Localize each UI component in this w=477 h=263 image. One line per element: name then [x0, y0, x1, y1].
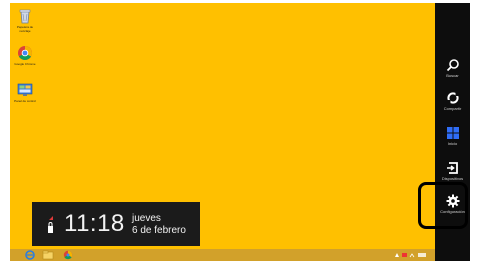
clock-date-block: jueves 6 de febrero — [132, 213, 186, 237]
system-tray-icons[interactable] — [393, 251, 429, 259]
file-explorer-icon[interactable] — [42, 250, 54, 260]
clock-date: 6 de febrero — [132, 225, 186, 236]
devices-icon — [446, 162, 458, 174]
chrome-icon — [18, 46, 32, 60]
clock-panel: 11:18 jueves 6 de febrero — [32, 202, 200, 246]
charm-start[interactable]: Inicio — [435, 126, 470, 146]
desktop-icon-label: Google Chrome — [14, 62, 36, 66]
taskbar — [10, 249, 435, 261]
charm-label: Inicio — [447, 141, 458, 146]
share-icon — [446, 92, 459, 104]
clock-day: jueves — [132, 213, 161, 224]
charm-devices[interactable]: Dispositivos — [435, 161, 470, 181]
charm-search[interactable]: Buscar — [435, 58, 470, 78]
screen: Papelera de reciclaje Google Chrome Pane… — [10, 3, 470, 261]
charm-share[interactable]: Compartir — [435, 91, 470, 111]
search-icon — [446, 59, 459, 72]
recycle-bin-icon — [19, 9, 31, 24]
control-panel-icon — [17, 83, 33, 96]
desktop-icon-chrome[interactable]: Google Chrome — [12, 45, 38, 66]
internet-explorer-icon[interactable] — [24, 250, 36, 260]
chrome-icon[interactable] — [62, 250, 74, 260]
clock-time: 11:18 — [64, 210, 125, 237]
settings-charm-highlight — [418, 182, 468, 229]
desktop-icon-control-panel[interactable]: Panel de control — [12, 82, 38, 103]
desktop-icon-label: Papelera de reciclaje — [16, 25, 34, 33]
windows-logo-icon — [446, 127, 459, 139]
notification-status-icon — [48, 216, 53, 233]
desktop-icon-label: Panel de control — [14, 99, 36, 103]
charm-label: Buscar — [446, 73, 459, 78]
desktop[interactable]: Papelera de reciclaje Google Chrome Pane… — [10, 3, 435, 249]
charm-label: Dispositivos — [441, 176, 464, 181]
charm-label: Compartir — [443, 106, 462, 111]
desktop-icon-recycle-bin[interactable]: Papelera de reciclaje — [12, 8, 38, 33]
